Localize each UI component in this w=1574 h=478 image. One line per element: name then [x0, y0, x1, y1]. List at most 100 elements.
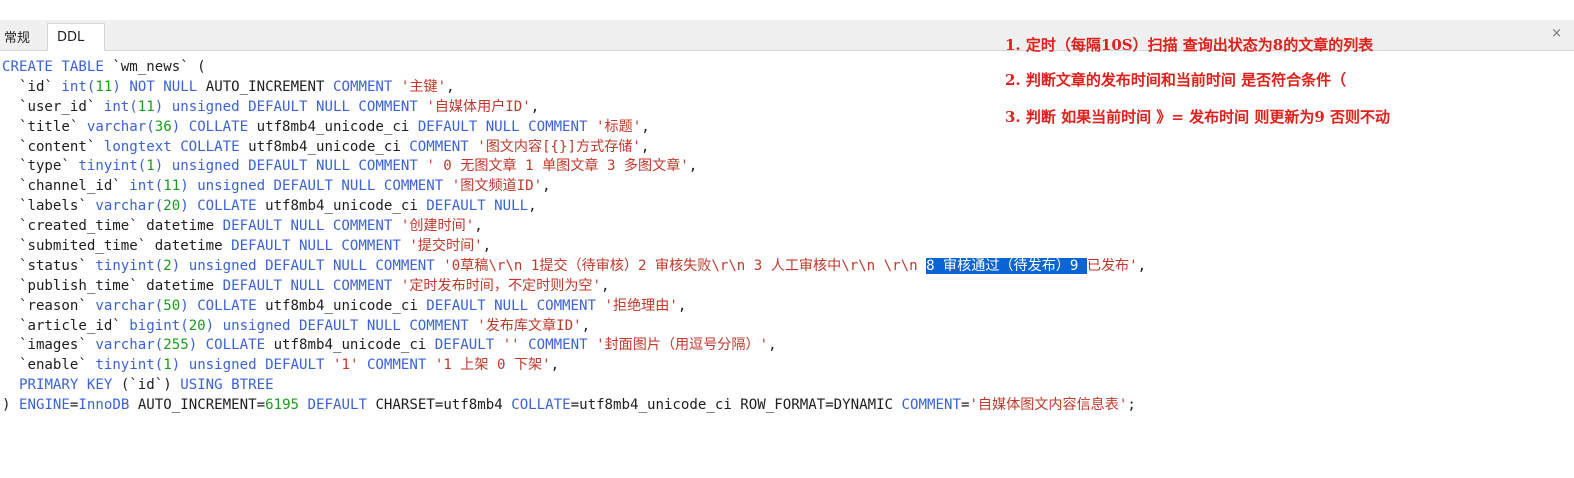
code-token: ,: [641, 118, 650, 135]
code-token: ) COLLATE: [188, 337, 266, 354]
ddl-line: `title` varchar(36) COLLATE utf8mb4_unic…: [2, 118, 1146, 138]
code-token: `labels`: [2, 198, 96, 215]
code-token: DEFAULT NULL COMMENT: [417, 118, 588, 135]
code-token: =utf8mb4_unicode_ci ROW_FORMAT=DYNAMIC: [570, 397, 902, 414]
code-token: DEFAULT NULL COMMENT: [426, 297, 596, 314]
code-token: PRIMARY KEY: [18, 377, 113, 394]
code-token: AUTO_INCREMENT: [197, 78, 333, 95]
code-token: ,: [640, 138, 650, 155]
code-token: ,: [482, 238, 492, 255]
ddl-code[interactable]: CREATE TABLE `wm_news` ( `id` int(11) NO…: [2, 58, 1146, 416]
code-token: utf8mb4_unicode_ci: [248, 118, 418, 135]
code-token: DEFAULT NULL COMMENT: [231, 238, 401, 255]
code-token: int(: [103, 98, 138, 115]
code-token: ,: [688, 158, 698, 175]
code-token: '': [502, 337, 520, 354]
code-token: `content`: [2, 138, 104, 155]
code-token: '主键': [400, 78, 447, 95]
code-token: 20: [163, 198, 181, 215]
code-token: ,: [446, 78, 455, 95]
annotation-note-3: 3. 判断 如果当前时间 》= 发布时间 则更新为9 否则不动: [1005, 108, 1390, 126]
ddl-line: `labels` varchar(20) COLLATE utf8mb4_uni…: [2, 197, 1146, 217]
code-token: ,: [550, 357, 560, 374]
annotation-note-2: 2. 判断文章的发布时间和当前时间 是否符合条件（: [1005, 71, 1347, 89]
code-token: utf8mb4_unicode_ci: [239, 138, 410, 155]
annotation-note-1: 1. 定时（每隔10S）扫描 查询出状态为8的文章的列表: [1005, 36, 1374, 54]
code-token: varchar(: [86, 118, 155, 135]
code-token: COMMENT: [333, 78, 393, 95]
code-token: ) unsigned DEFAULT NULL COMMENT: [205, 317, 469, 334]
ddl-line: `created_time` datetime DEFAULT NULL COM…: [2, 217, 1146, 237]
code-token: `channel_id`: [2, 178, 130, 195]
code-token: ) unsigned DEFAULT NULL COMMENT: [171, 257, 435, 274]
code-token: `type`: [2, 158, 79, 175]
code-token: ,: [1137, 257, 1147, 274]
ddl-line: `publish_time` datetime DEFAULT NULL COM…: [2, 277, 1146, 297]
code-token: ) COLLATE: [180, 198, 257, 215]
code-token: ) unsigned DEFAULT NULL COMMENT: [180, 178, 444, 195]
tab-general[interactable]: 常规: [0, 26, 44, 51]
code-token: bigint(: [129, 317, 189, 334]
selected-text: 8 审核通过（待发布）9: [926, 257, 1087, 274]
code-token: '定时发布时间，不定时则为空': [400, 277, 602, 294]
code-token: '1': [332, 357, 359, 374]
code-token: InnoDB: [78, 397, 130, 414]
code-token: 6195: [265, 397, 300, 414]
code-token: '0草稿\r\n 1提交（待审核）2 审核失败\r\n 3 人工审核中\r\n …: [443, 257, 927, 274]
code-token: '标题': [596, 118, 642, 135]
code-token: CREATE TABLE: [2, 59, 104, 75]
code-token: COLLATE: [511, 397, 571, 414]
ddl-line: PRIMARY KEY (`id`) USING BTREE: [2, 376, 1146, 396]
code-token: '自媒体图文内容信息表': [969, 397, 1128, 414]
ddl-line: `user_id` int(11) unsigned DEFAULT NULL …: [2, 98, 1146, 118]
code-token: `images`: [2, 337, 96, 354]
code-token: ;: [1127, 397, 1136, 414]
code-token: ,: [474, 218, 483, 235]
code-token: `article_id`: [2, 317, 130, 334]
tab-ddl[interactable]: DDL: [47, 23, 105, 51]
code-token: varchar(: [95, 337, 164, 354]
code-token: `user_id`: [2, 98, 104, 115]
ddl-line: `submited_time` datetime DEFAULT NULL CO…: [2, 237, 1146, 257]
code-token: utf8mb4_unicode_ci: [256, 198, 427, 215]
code-token: COMMENT: [528, 337, 588, 354]
code-token: 11: [137, 98, 155, 115]
code-token: `created_time` datetime: [2, 218, 223, 235]
code-token: `enable`: [2, 357, 96, 374]
code-token: ): [2, 397, 19, 414]
code-token: COMMENT: [901, 397, 961, 414]
code-token: '创建时间': [400, 218, 475, 235]
ddl-line: CREATE TABLE `wm_news` (: [2, 58, 1146, 78]
code-token: tinyint(: [78, 158, 147, 175]
code-token: '1 上架 0 下架': [434, 357, 551, 374]
code-token: ' 0 无图文章 1 单图文章 3 多图文章': [426, 158, 689, 175]
code-token: COMMENT: [366, 357, 427, 374]
code-token: '发布库文章ID': [477, 317, 582, 334]
ddl-line: `reason` varchar(50) COLLATE utf8mb4_uni…: [2, 297, 1146, 317]
code-token: ) unsigned DEFAULT NULL COMMENT: [154, 158, 418, 175]
code-token: DEFAULT NULL: [426, 198, 529, 215]
code-token: 20: [188, 317, 206, 334]
code-token: 1: [146, 158, 155, 175]
code-token: '拒绝理由': [604, 297, 678, 314]
code-token: CHARSET=utf8mb4: [366, 397, 512, 414]
ddl-line: `channel_id` int(11) unsigned DEFAULT NU…: [2, 177, 1146, 197]
code-token: `id`: [2, 78, 62, 95]
code-token: ,: [542, 178, 551, 195]
ddl-line: `id` int(11) NOT NULL AUTO_INCREMENT COM…: [2, 78, 1146, 98]
close-icon[interactable]: ×: [1551, 26, 1562, 42]
code-token: DEFAULT NULL COMMENT: [222, 277, 393, 294]
code-token: DEFAULT: [434, 337, 495, 354]
